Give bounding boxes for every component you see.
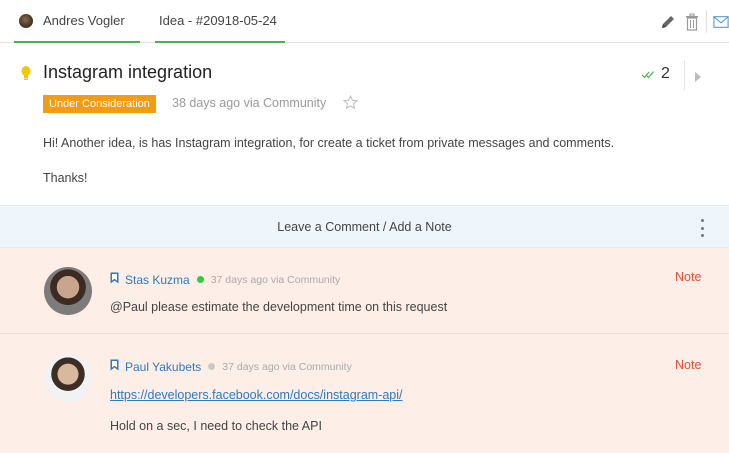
note-tag: Note bbox=[675, 358, 702, 372]
tab-user[interactable]: Andres Vogler bbox=[14, 0, 140, 43]
idea-closing: Thanks! bbox=[43, 171, 88, 185]
trash-icon[interactable] bbox=[682, 12, 702, 32]
tab-idea[interactable]: Idea - #20918-05-24 bbox=[155, 0, 285, 43]
avatar bbox=[44, 354, 92, 402]
note-text: @Paul please estimate the development ti… bbox=[110, 300, 448, 314]
tab-idea-label: Idea - #20918-05-24 bbox=[159, 13, 277, 28]
tab-bar: Andres Vogler Idea - #20918-05-24 bbox=[0, 0, 729, 43]
idea-body: Hi! Another idea, is has Instagram integ… bbox=[43, 136, 615, 150]
tab-user-label: Andres Vogler bbox=[43, 13, 125, 28]
more-options-icon[interactable] bbox=[697, 219, 707, 237]
double-check-icon bbox=[641, 67, 655, 82]
author-name[interactable]: Paul Yakubets bbox=[125, 360, 201, 374]
play-icon[interactable] bbox=[694, 70, 702, 85]
offline-status-dot bbox=[208, 363, 216, 370]
vote-number: 2 bbox=[661, 65, 670, 82]
note-item: Paul Yakubets 37 days ago via Community … bbox=[0, 334, 729, 453]
note-tag: Note bbox=[675, 270, 702, 284]
comment-bar[interactable]: Leave a Comment / Add a Note bbox=[0, 205, 729, 248]
avatar bbox=[44, 267, 92, 315]
note-author: Stas Kuzma 37 days ago via Community bbox=[110, 272, 340, 287]
toolbar-actions bbox=[654, 0, 729, 43]
lightbulb-icon bbox=[21, 66, 31, 84]
bookmark-icon bbox=[110, 359, 119, 374]
star-icon[interactable] bbox=[342, 94, 359, 113]
note-time: 37 days ago via Community bbox=[222, 360, 352, 373]
author-name[interactable]: Stas Kuzma bbox=[125, 273, 190, 287]
vote-count[interactable]: 2 bbox=[641, 65, 670, 83]
pencil-icon[interactable] bbox=[658, 12, 678, 32]
idea-title: Instagram integration bbox=[43, 62, 213, 82]
note-item: Stas Kuzma 37 days ago via Community Not… bbox=[0, 248, 729, 334]
idea-meta: 38 days ago via Community bbox=[172, 96, 327, 110]
status-badge: Under Consideration bbox=[43, 95, 156, 113]
note-link[interactable]: https://developers.facebook.com/docs/ins… bbox=[110, 388, 403, 402]
envelope-icon[interactable] bbox=[713, 12, 729, 32]
comment-bar-label: Leave a Comment / Add a Note bbox=[277, 220, 452, 234]
vote-divider bbox=[684, 60, 685, 90]
online-status-dot bbox=[196, 276, 204, 283]
toolbar-divider bbox=[706, 10, 707, 33]
user-avatar bbox=[19, 13, 33, 28]
note-text: Hold on a sec, I need to check the API bbox=[110, 419, 322, 433]
bookmark-icon bbox=[110, 272, 119, 287]
note-time: 37 days ago via Community bbox=[210, 273, 341, 286]
note-author: Paul Yakubets 37 days ago via Community bbox=[110, 359, 352, 374]
